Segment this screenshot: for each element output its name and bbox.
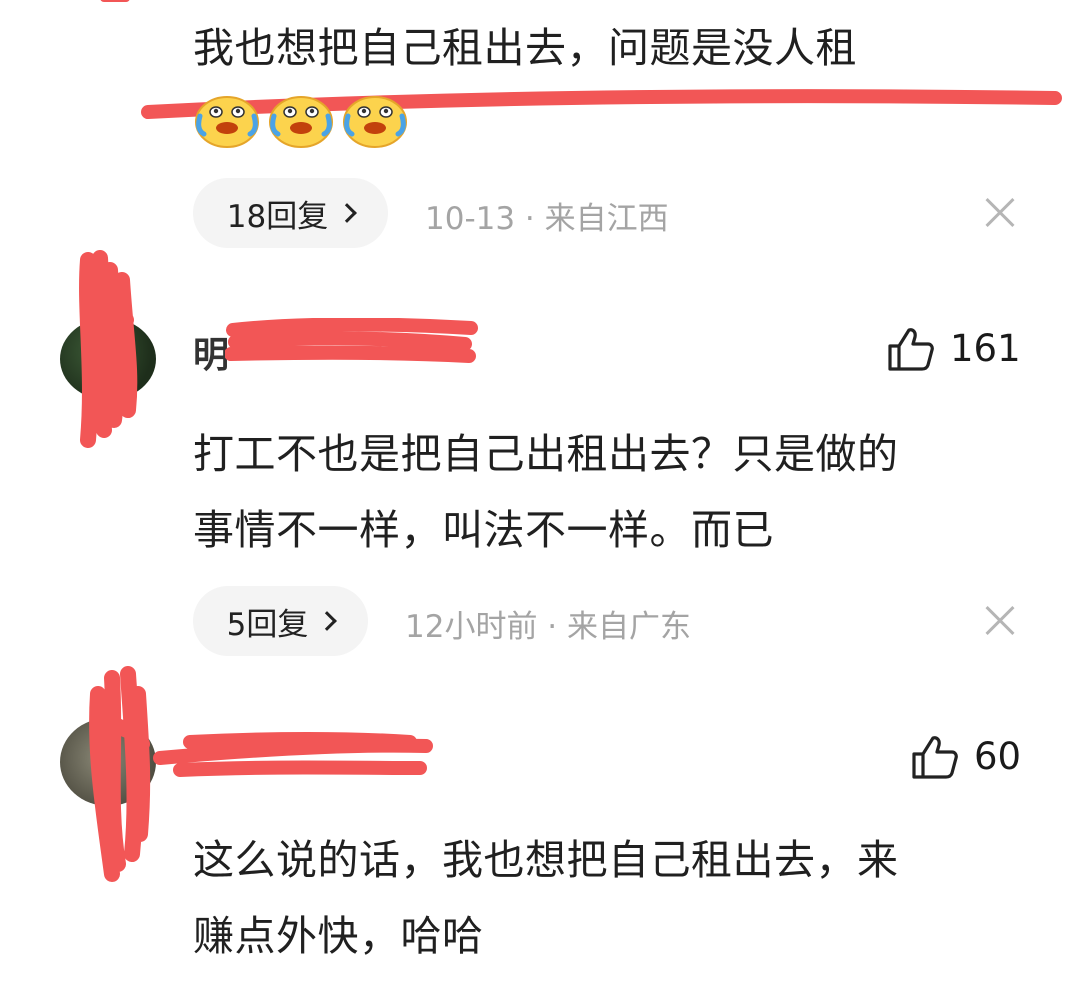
crying-laughing-face-icon (343, 96, 407, 148)
comment-1-text: 我也想把自己租出去，问题是没人租 (193, 24, 857, 72)
chevron-right-icon (337, 203, 358, 223)
comment-meta: 12小时前 · 来自广东 (405, 609, 692, 645)
username-redaction-mark (153, 732, 433, 777)
close-icon[interactable] (984, 197, 1016, 229)
username[interactable]: 明 (193, 326, 229, 378)
comment-meta: 10-13 · 来自江西 (425, 201, 669, 237)
close-icon[interactable] (984, 605, 1016, 637)
comment-3-text-line-2: 赚点外快，哈哈 (193, 912, 484, 960)
chevron-right-icon (317, 611, 338, 631)
comment-2-text-line-1: 打工不也是把自己出租出去？只是做的 (193, 430, 899, 478)
thumbs-up-icon[interactable] (910, 734, 958, 780)
username-redaction-mark (225, 318, 478, 363)
replies-button[interactable]: 18回复 (193, 178, 388, 248)
comment-2-text-line-2: 事情不一样，叫法不一样。而已 (193, 506, 774, 554)
crying-laughing-face-icon (269, 96, 333, 148)
comment-3-text-line-1: 这么说的话，我也想把自己租出去，来 (193, 836, 899, 884)
like-count: 60 (974, 735, 1022, 778)
thumbs-up-icon[interactable] (886, 326, 934, 372)
avatar-redaction-mark (79, 250, 138, 448)
replies-button[interactable]: 5回复 (193, 586, 368, 656)
like-count: 161 (950, 327, 1021, 370)
replies-label: 18回复 (226, 198, 329, 235)
top-red-mark (100, 0, 130, 2)
crying-laughing-face-icon (195, 96, 259, 148)
replies-label: 5回复 (226, 606, 309, 643)
